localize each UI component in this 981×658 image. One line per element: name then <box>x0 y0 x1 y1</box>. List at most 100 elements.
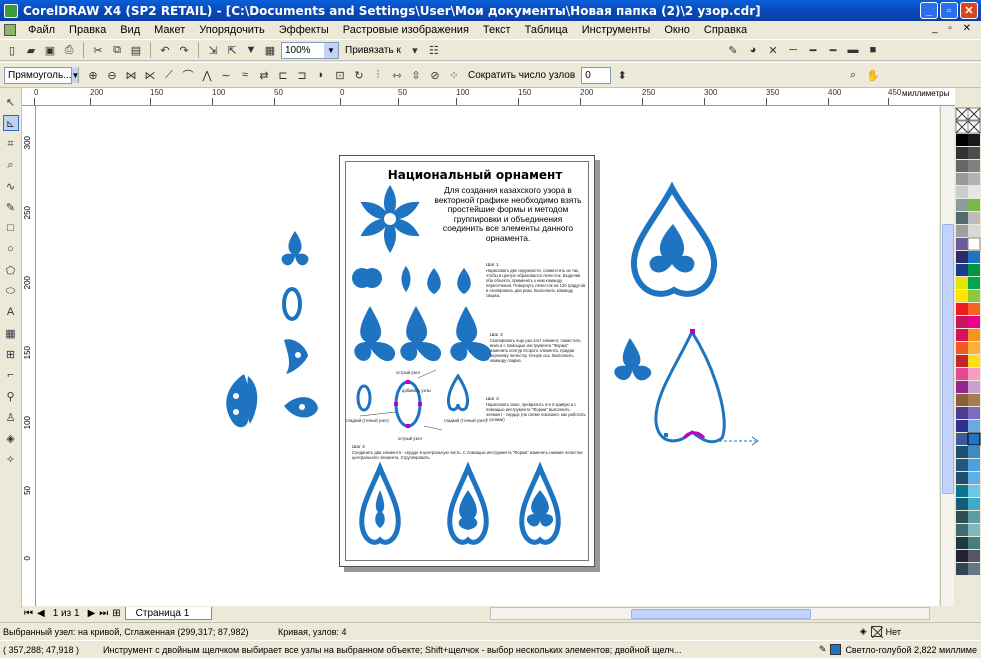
heart-curve-selected[interactable] <box>654 328 759 446</box>
heart-sideways-shape[interactable] <box>284 397 318 418</box>
maximize-button[interactable]: ▫ <box>940 2 958 19</box>
outline-medium-icon[interactable]: ━ <box>825 42 841 58</box>
interactive-fill-icon[interactable]: ✧ <box>3 451 19 467</box>
undo-icon[interactable]: ↶ <box>157 42 173 58</box>
minimize-button[interactable]: _ <box>920 2 938 19</box>
stretch-nodes-icon[interactable]: ⊡ <box>332 67 348 83</box>
cusp-node-icon[interactable]: ⋀ <box>199 67 215 83</box>
dimension-tool-icon[interactable]: ⊞ <box>3 346 19 362</box>
table-tool-icon[interactable]: ▦ <box>3 325 19 341</box>
save-icon[interactable]: ▣ <box>42 42 58 58</box>
chevron-down-icon[interactable]: ▼ <box>324 42 338 58</box>
print-icon[interactable]: ⎙ <box>61 42 77 58</box>
zoom-tool-icon[interactable]: ⌕ <box>3 157 19 173</box>
paste-icon[interactable]: ▤ <box>128 42 144 58</box>
to-curve-icon[interactable]: ⌒ <box>180 67 196 83</box>
new-document-icon[interactable]: ▯ <box>4 42 20 58</box>
to-line-icon[interactable]: ⟋ <box>161 67 177 83</box>
redo-icon[interactable]: ↷ <box>176 42 192 58</box>
document-icon[interactable] <box>4 24 16 36</box>
next-page-icon[interactable]: ▶ <box>88 608 96 619</box>
extract-subpath-icon[interactable]: ⊐ <box>294 67 310 83</box>
crop-tool-icon[interactable]: ⌗ <box>3 136 19 152</box>
snap-to-button[interactable]: Привязать к <box>342 45 404 56</box>
zoom-level-combo[interactable]: 100% ▼ <box>281 41 339 59</box>
break-curve-icon[interactable]: ⋉ <box>142 67 158 83</box>
menu-arrange[interactable]: Упорядочить <box>192 24 271 36</box>
pick-tool-icon[interactable]: ↖ <box>3 94 19 110</box>
menu-table[interactable]: Таблица <box>518 24 575 36</box>
symmetrical-node-icon[interactable]: ≈ <box>237 67 253 83</box>
welcome-screen-icon[interactable]: ▦ <box>262 42 278 58</box>
menu-layout[interactable]: Макет <box>147 24 192 36</box>
menu-file[interactable]: Файл <box>21 24 62 36</box>
horizontal-ruler[interactable]: 0 200 150 100 50 0 50 100 150 200 250 30… <box>22 88 957 106</box>
add-page-icon[interactable]: ⊞ <box>112 608 120 619</box>
spinner-icon[interactable]: ⬍ <box>614 67 630 83</box>
fill-indicator[interactable]: ◈ Нет <box>860 626 981 638</box>
freehand-tool-icon[interactable]: ∿ <box>3 178 19 194</box>
menu-window[interactable]: Окно <box>657 24 697 36</box>
chevron-down-icon[interactable]: ▾ <box>407 42 423 58</box>
reverse-direction-icon[interactable]: ⇄ <box>256 67 272 83</box>
menu-effects[interactable]: Эффекты <box>272 24 336 36</box>
open-folder-icon[interactable]: ▰ <box>23 42 39 58</box>
outline-pen-icon[interactable]: ✎ <box>725 42 741 58</box>
vertical-scrollbar[interactable] <box>940 106 954 606</box>
document-page[interactable]: Национальный орнамент Для создания казах… <box>339 155 595 567</box>
outline-thick-icon[interactable]: ▬ <box>845 42 861 58</box>
basic-shapes-icon[interactable]: ⬭ <box>3 283 19 299</box>
delete-node-icon[interactable]: ⊖ <box>104 67 120 83</box>
connector-tool-icon[interactable]: ⌐ <box>3 367 19 383</box>
trefoil-shape[interactable] <box>281 231 309 266</box>
rotate-nodes-icon[interactable]: ↻ <box>351 67 367 83</box>
text-tool-icon[interactable]: A <box>3 304 19 320</box>
outline-thin-icon[interactable]: ━ <box>805 42 821 58</box>
options-icon[interactable]: ☷ <box>426 42 442 58</box>
join-nodes-icon[interactable]: ⋈ <box>123 67 139 83</box>
eyedropper-tool-icon[interactable]: ⚲ <box>3 388 19 404</box>
auto-close-icon[interactable]: ◗ <box>313 67 329 83</box>
export-icon[interactable]: ⇱ <box>224 42 240 58</box>
smooth-node-icon[interactable]: ∼ <box>218 67 234 83</box>
rosette-half-shape[interactable] <box>226 374 258 428</box>
vertical-ruler[interactable]: 300 250 200 150 100 50 0 <box>22 106 36 606</box>
menu-bitmaps[interactable]: Растровые изображения <box>336 24 476 36</box>
heart-ornament-shape[interactable] <box>284 339 308 374</box>
vertical-scroll-thumb[interactable] <box>942 224 954 494</box>
menu-help[interactable]: Справка <box>697 24 754 36</box>
elastic-mode-icon[interactable]: ⊘ <box>427 67 443 83</box>
no-outline-icon[interactable]: ✕ <box>765 42 781 58</box>
cut-icon[interactable]: ✂ <box>90 42 106 58</box>
pan-icon[interactable]: ✋ <box>865 67 881 83</box>
reflect-horizontal-icon[interactable]: ⇿ <box>389 67 405 83</box>
menu-tools[interactable]: Инструменты <box>575 24 658 36</box>
close-button[interactable]: ✕ <box>960 2 978 19</box>
outline-indicator[interactable]: ✎ Светло-голубой 2,822 миллиме <box>819 644 981 655</box>
outline-heavy-icon[interactable]: ■ <box>865 42 881 58</box>
import-icon[interactable]: ⇲ <box>205 42 221 58</box>
horizontal-scrollbar[interactable] <box>490 607 930 620</box>
outline-color-icon[interactable]: ◕ <box>745 42 761 58</box>
rectangle-tool-icon[interactable]: □ <box>3 220 19 236</box>
drop-ornament-shape[interactable] <box>630 181 718 297</box>
horizontal-scroll-thumb[interactable] <box>631 609 811 619</box>
first-page-icon[interactable]: ⏮ <box>24 608 33 619</box>
trefoil-right-shape[interactable] <box>614 338 652 381</box>
last-page-icon[interactable]: ⏭ <box>99 608 108 619</box>
shape-tool-icon[interactable]: ⊾ <box>2 115 19 131</box>
palette-swatches[interactable] <box>955 88 981 608</box>
reduce-nodes-input[interactable]: 0 <box>581 66 612 84</box>
extend-curve-icon[interactable]: ⊏ <box>275 67 291 83</box>
outline-tool-icon[interactable]: ♙ <box>3 409 19 425</box>
menu-text[interactable]: Текст <box>476 24 518 36</box>
coreldraw-app-icon[interactable] <box>4 3 18 18</box>
ellipse-tool-icon[interactable]: ○ <box>3 241 19 257</box>
mdi-controls[interactable]: _ ▫ ✕ <box>932 23 975 34</box>
copy-icon[interactable]: ⧉ <box>109 42 125 58</box>
reflect-vertical-icon[interactable]: ⇳ <box>408 67 424 83</box>
prev-page-icon[interactable]: ◀ <box>37 608 45 619</box>
fill-tool-icon[interactable]: ◈ <box>3 430 19 446</box>
menu-edit[interactable]: Правка <box>62 24 113 36</box>
oval-shape[interactable] <box>282 287 302 321</box>
